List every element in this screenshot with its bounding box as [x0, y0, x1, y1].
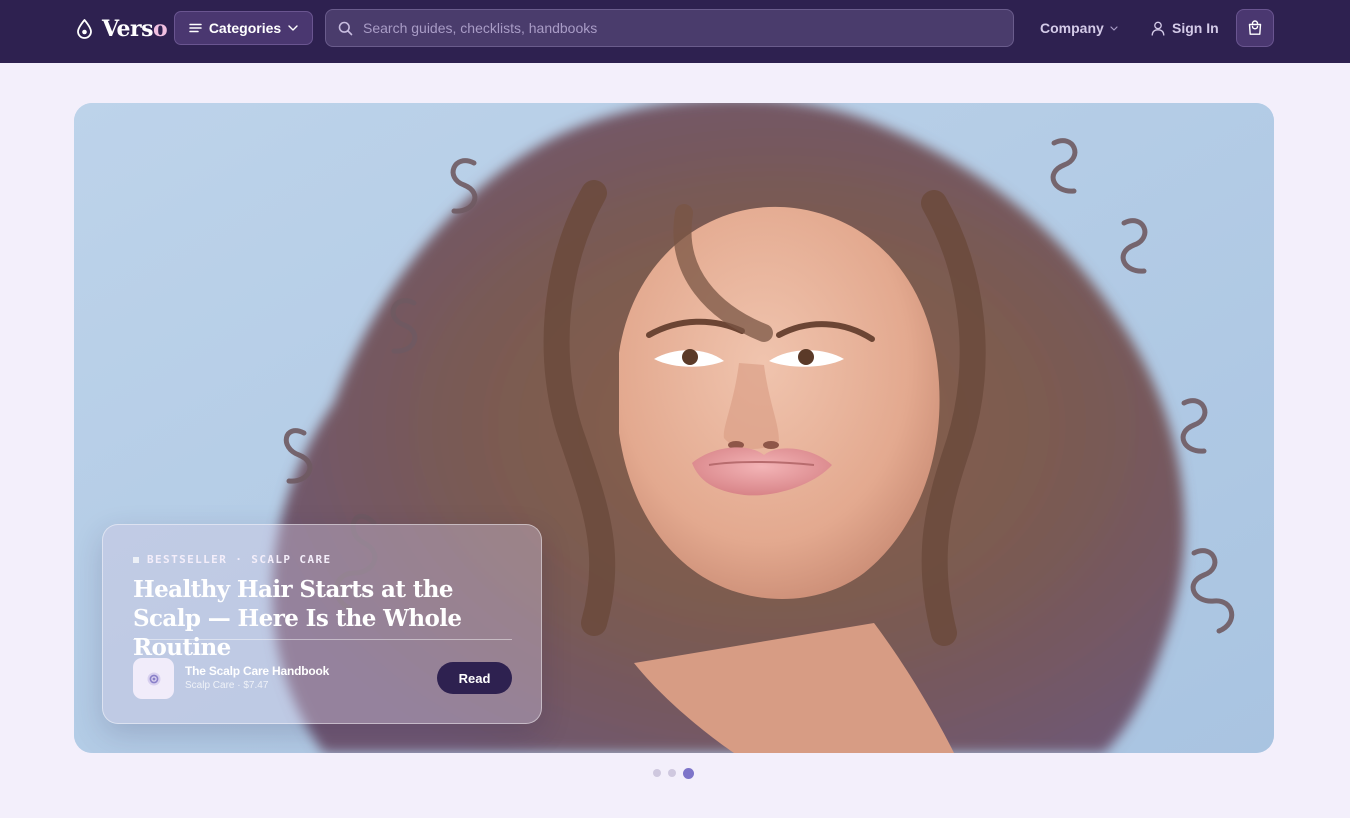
product-meta: Scalp Care · $7.47 — [185, 680, 269, 691]
sign-in-label: Sign In — [1172, 20, 1219, 36]
read-button[interactable]: Read — [437, 662, 512, 694]
chevron-down-icon — [288, 25, 298, 31]
eyebrow-marker — [133, 556, 139, 563]
featured-card: BESTSELLER · SCALP CARE Healthy Hair Sta… — [102, 524, 542, 724]
categories-button[interactable]: Categories — [174, 11, 313, 45]
logo-wordmark: Verso — [102, 16, 168, 42]
carousel-dot-2[interactable] — [668, 769, 676, 777]
featured-title: Healthy Hair Starts at the Scalp — Here … — [133, 576, 462, 661]
search-bar — [325, 9, 1014, 47]
shopping-bag-icon — [1248, 20, 1262, 35]
hero-carousel: BESTSELLER · SCALP CARE Healthy Hair Sta… — [74, 103, 1274, 753]
product-dot-icon — [147, 672, 160, 685]
sign-in-link[interactable]: Sign In — [1151, 18, 1219, 38]
featured-eyebrow: BESTSELLER · SCALP CARE — [133, 553, 332, 566]
water-drop-icon — [77, 19, 92, 39]
search-icon — [338, 21, 353, 35]
company-label: Company — [1040, 20, 1104, 36]
carousel-pagination — [653, 767, 694, 779]
logo-link[interactable]: Verso — [76, 14, 168, 44]
chevron-down-icon — [1110, 25, 1118, 31]
top-navbar: Verso Categories Company Sign In — [0, 0, 1350, 63]
menu-icon — [189, 23, 202, 33]
cart-button[interactable] — [1236, 9, 1274, 47]
carousel-dot-3[interactable] — [683, 767, 694, 779]
user-icon — [1151, 21, 1165, 36]
product-name: The Scalp Care Handbook — [185, 664, 330, 678]
categories-label: Categories — [208, 20, 282, 36]
eyebrow-label: BESTSELLER · SCALP CARE — [147, 553, 332, 566]
card-divider — [133, 639, 512, 640]
carousel-dot-1[interactable] — [653, 769, 661, 777]
company-menu[interactable]: Company — [1040, 18, 1118, 38]
search-input[interactable] — [363, 10, 1013, 46]
product-thumbnail — [133, 658, 174, 699]
